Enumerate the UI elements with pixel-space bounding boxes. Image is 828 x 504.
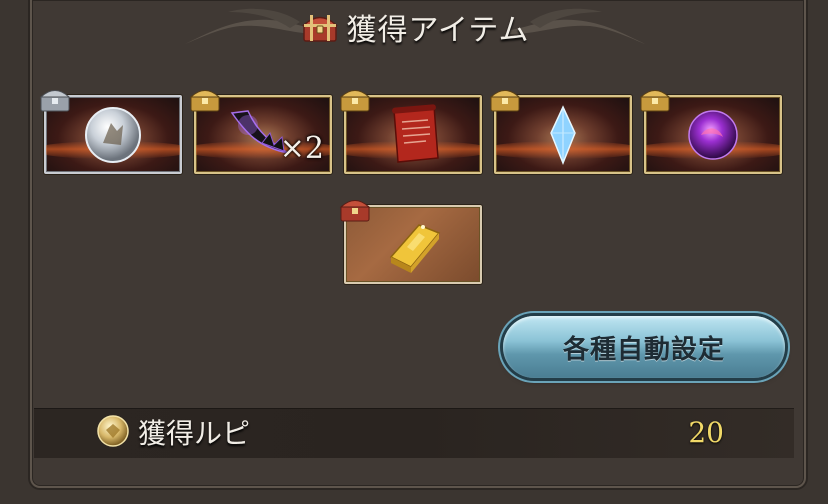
reward-item[interactable]	[639, 90, 782, 174]
silver-sphere-icon	[85, 106, 141, 163]
rupie-value: 20	[688, 416, 724, 449]
header: 獲得アイテム	[180, 4, 650, 50]
gold-bar-icon	[389, 223, 441, 273]
gold-chest-icon	[489, 90, 521, 112]
rupie-label: 獲得ルピ	[138, 417, 251, 450]
scroll-icon	[392, 103, 439, 163]
gold-chest-icon	[339, 90, 371, 112]
gold-chest-icon	[639, 90, 671, 112]
header-title: 獲得アイテム	[346, 13, 530, 48]
right-flourish-ornament	[510, 8, 645, 44]
reward-item[interactable]	[339, 200, 482, 284]
silver-chest-icon	[39, 90, 71, 112]
reward-item[interactable]	[39, 90, 182, 174]
red-chest-icon	[339, 200, 371, 222]
crystal-icon	[550, 104, 576, 165]
reward-item[interactable]	[339, 90, 482, 174]
reward-item[interactable]: ×2	[189, 90, 332, 174]
gold-chest-icon	[189, 90, 221, 112]
reward-item[interactable]	[489, 90, 632, 174]
auto-settings-label: 各種自動設定	[562, 334, 725, 365]
item-quantity: ×2	[279, 131, 324, 166]
treasure-chest-icon	[301, 15, 338, 42]
rupie-coin-icon	[97, 415, 129, 447]
left-flourish-ornament	[185, 8, 320, 44]
auto-settings-button[interactable]: 各種自動設定	[503, 316, 785, 378]
dark-orb-icon	[688, 109, 738, 160]
